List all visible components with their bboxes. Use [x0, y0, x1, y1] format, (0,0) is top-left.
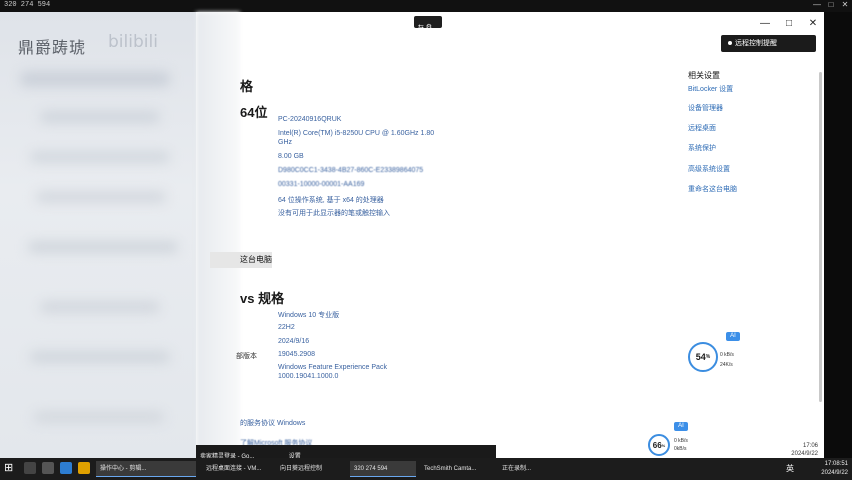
blurred-left-panel: 鼎爵踌琥 bilibili [0, 12, 196, 458]
related-link-device-manager[interactable]: 设备管理器 [688, 103, 723, 113]
watermark-text: 鼎爵踌琥 [18, 38, 87, 57]
inner-clock: 17:06 2024/9/22 [791, 442, 818, 458]
remote-notify-button[interactable]: 远程控制提醒 [721, 35, 816, 52]
folder-icon[interactable] [78, 462, 90, 474]
edge-icon[interactable] [60, 462, 72, 474]
notify-button-label: 远程控制提醒 [735, 40, 777, 47]
taskbar-date: 2024/9/22 [821, 470, 848, 476]
version-value: 22H2 [278, 324, 295, 331]
product-id-value: 00331-10000-00001-AA169 [278, 181, 365, 188]
download-speed-bottom: 0kB/s [674, 446, 687, 452]
remote-session-id: 320 274 594 [4, 1, 51, 9]
maximize-button[interactable]: □ [782, 18, 796, 29]
download-speed-top: 24K/s [720, 362, 733, 368]
speed-widget-bottom[interactable]: 66% [648, 434, 670, 456]
related-link-bitlocker[interactable]: BitLocker 设置 [688, 84, 733, 94]
device-id-value: D980C0CC1-3438-4B27-860C-E23389864075 [278, 167, 424, 174]
processor-value-line2: GHz [278, 139, 292, 146]
remote-control-pill[interactable]: ⇆ ⚙ [414, 16, 442, 31]
inner-clock-time: 17:06 [802, 443, 818, 449]
percent-unit-bottom: % [661, 442, 666, 448]
os-build-label: 部版本 [236, 353, 257, 360]
system-type-value: 64 位操作系统, 基于 x64 的处理器 [278, 197, 384, 204]
settings-window: ⇆ ⚙ — □ ✕ 远程控制提醒 格 64位 PC-20240916QRUK I… [196, 12, 824, 460]
taskbar-item-2[interactable]: 向日葵远程控制 [276, 461, 346, 477]
ai-badge-bottom[interactable]: AI [674, 422, 688, 431]
installed-on-value: 2024/9/16 [278, 338, 310, 345]
related-link-system-protection[interactable]: 系统保护 [688, 143, 716, 153]
experience-value: Windows Feature Experience Pack [278, 364, 387, 371]
blurred-strip [196, 12, 240, 458]
settings-scrollbar[interactable] [819, 72, 822, 402]
device-name-value: PC-20240916QRUK [278, 116, 342, 123]
taskbar-item-5[interactable]: 正在录制... [498, 461, 558, 477]
device-spec-subtitle: 64位 [240, 105, 268, 120]
ram-value: 8.00 GB [278, 153, 304, 160]
related-link-rename-pc[interactable]: 重命名这台电脑 [688, 184, 737, 194]
remote-session-bar: 320 274 594 — □ ✕ [0, 0, 852, 12]
start-button[interactable]: ⊞ [4, 462, 16, 474]
watermark-logo: bilibili [108, 32, 158, 52]
remote-minimize-button[interactable]: — [812, 0, 822, 10]
minimize-button[interactable]: — [758, 18, 772, 29]
taskbar-item-0[interactable]: 操作中心 - 剪辑... [96, 461, 196, 477]
related-link-remote-desktop[interactable]: 远程桌面 [688, 123, 716, 133]
remote-desktop-screen: 320 274 594 — □ ✕ 鼎爵踌琥 bilibili ⇆ ⚙ — □ … [0, 0, 852, 480]
related-link-advanced-settings[interactable]: 高级系统设置 [688, 164, 730, 174]
inner-taskbar: 卖家精灵登录 - Go... 设置 [196, 445, 496, 460]
window-controls: — □ ✕ [758, 18, 820, 29]
rename-pc-button[interactable]: 这台电脑 [210, 252, 272, 268]
windows-spec-title: vs 规格 [240, 291, 285, 306]
related-settings-title: 相关设置 [688, 71, 720, 80]
upload-speed-bottom: 0 kB/s [674, 438, 688, 444]
pen-touch-value: 没有可用于此显示器的笔或触控输入 [278, 210, 390, 217]
task-view-icon[interactable] [42, 462, 54, 474]
taskbar-clock[interactable]: 17:08:51 2024/9/22 [821, 460, 848, 478]
experience-version-value: 1000.19041.1000.0 [278, 373, 339, 380]
rename-pc-label: 这台电脑 [240, 255, 272, 264]
search-icon[interactable] [24, 462, 36, 474]
taskbar-item-4[interactable]: TechSmith Camta... [420, 461, 494, 477]
speed-widget-top[interactable]: 54% [688, 342, 718, 372]
remote-pill-label: ⇆ ⚙ [418, 24, 433, 31]
ime-indicator[interactable]: 英 [786, 463, 794, 474]
os-build-value: 19045.2908 [278, 351, 315, 358]
upload-speed-top: 0 kB/s [720, 352, 734, 358]
remote-close-button[interactable]: ✕ [840, 0, 850, 10]
percent-unit-top: % [705, 354, 711, 360]
cpu-percent-bottom: 66 [652, 440, 662, 450]
cpu-percent-top: 54 [695, 352, 706, 362]
taskbar: ⊞ 操作中心 - 剪辑... 远程桌面连接 - VM... 向日葵远程控制 32… [0, 458, 852, 480]
taskbar-time: 17:08:51 [824, 461, 848, 467]
windows-agreement-link[interactable]: 的服务协议 Windows [240, 418, 305, 428]
ai-badge-top[interactable]: AI [726, 332, 740, 341]
device-spec-title: 格 [240, 79, 254, 94]
edition-value: Windows 10 专业版 [278, 312, 340, 319]
close-button[interactable]: ✕ [806, 18, 820, 29]
taskbar-item-3[interactable]: 320 274 594 [350, 461, 416, 477]
remote-maximize-button[interactable]: □ [826, 0, 836, 10]
taskbar-item-1[interactable]: 远程桌面连接 - VM... [202, 461, 272, 477]
inner-clock-date: 2024/9/22 [791, 451, 818, 457]
processor-value: Intel(R) Core(TM) i5-8250U CPU @ 1.60GHz… [278, 130, 435, 137]
notify-dot-icon [728, 41, 732, 46]
